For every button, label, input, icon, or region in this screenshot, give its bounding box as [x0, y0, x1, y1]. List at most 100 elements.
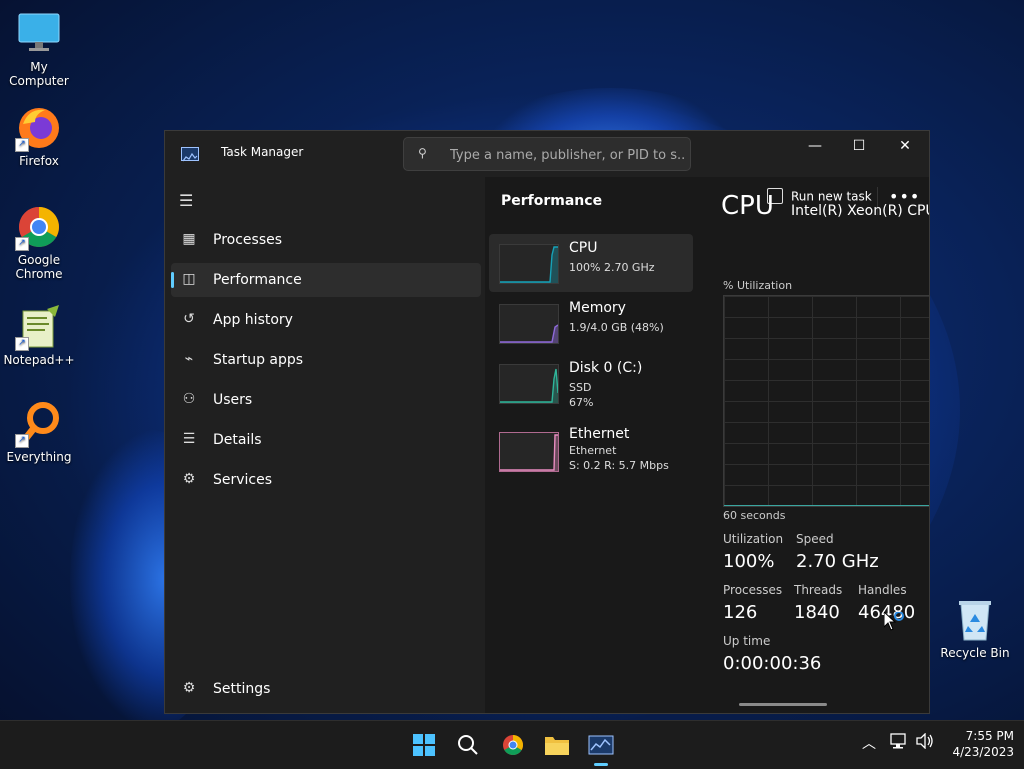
sidebar-item-performance[interactable]: ◫ Performance [171, 263, 481, 297]
graph-baseline [724, 505, 929, 506]
sidebar-item-services[interactable]: ⚙ Services [171, 463, 481, 497]
title-bar[interactable]: Task Manager ⚲ — ☐ ✕ [165, 131, 929, 177]
search-icon [458, 735, 478, 755]
sidebar-item-label: Performance [213, 272, 302, 288]
task-manager-app-icon [181, 147, 199, 162]
resource-item-memory[interactable]: Memory 1.9/4.0 GB (48%) [489, 294, 693, 352]
hamburger-menu-icon[interactable]: ☰ [179, 191, 193, 210]
taskbar-task-manager-button[interactable] [585, 729, 617, 761]
utilization-value: 100% [723, 551, 775, 572]
resource-detail: S: 0.2 R: 5.7 Mbps [569, 459, 669, 472]
shortcut-arrow-icon: ↗ [15, 337, 29, 351]
sidebar-item-label: Startup apps [213, 352, 304, 368]
task-manager-window: Task Manager ⚲ — ☐ ✕ ☰ ▦ Processes ◫ Per… [164, 130, 930, 714]
desktop-icon-label: Recycle Bin [940, 646, 1010, 660]
taskbar-chrome-button[interactable] [497, 729, 529, 761]
search-box[interactable]: ⚲ [403, 137, 691, 171]
magnifier-icon: ↗ [15, 400, 63, 448]
close-button[interactable]: ✕ [882, 131, 928, 161]
notepad-plus-plus-icon: ↗ [15, 303, 63, 351]
processes-value: 126 [723, 602, 758, 623]
sidebar-item-startup-apps[interactable]: ⌁ Startup apps [171, 343, 481, 377]
active-app-indicator [594, 763, 608, 766]
sidebar-item-label: App history [213, 312, 293, 328]
show-hidden-icons-chevron-up-icon[interactable]: ︿ [862, 733, 876, 753]
resource-name: CPU [569, 240, 598, 256]
resource-detail: 1.9/4.0 GB (48%) [569, 321, 664, 334]
sidebar-item-settings[interactable]: ⚙ Settings [171, 672, 481, 706]
disk-mini-graph [499, 364, 559, 404]
desktop-icon-label: Google Chrome [15, 253, 63, 281]
desktop-icon-my-computer[interactable]: My Computer [1, 10, 77, 88]
handles-label: Handles [858, 583, 907, 597]
resource-item-cpu[interactable]: CPU 100% 2.70 GHz [489, 234, 693, 292]
sidebar: ☰ ▦ Processes ◫ Performance ↺ App histor… [165, 177, 485, 713]
shortcut-arrow-icon: ↗ [15, 138, 29, 152]
settings-gear-icon: ⚙ [182, 680, 196, 696]
minimize-button[interactable]: — [792, 131, 838, 161]
uptime-value: 0:00:00:36 [723, 653, 822, 674]
mouse-cursor-icon [883, 610, 908, 638]
cpu-mini-graph [499, 244, 559, 284]
app-history-icon: ↺ [183, 311, 195, 327]
services-icon: ⚙ [182, 471, 196, 487]
start-button[interactable] [408, 729, 440, 761]
memory-mini-graph [499, 304, 559, 344]
desktop-icon-google-chrome[interactable]: ↗ Google Chrome [1, 203, 77, 281]
desktop-icon-recycle-bin[interactable]: Recycle Bin [937, 596, 1013, 660]
maximize-button[interactable]: ☐ [836, 131, 882, 161]
network-icon[interactable] [890, 733, 908, 753]
uptime-label: Up time [723, 634, 771, 648]
search-icon: ⚲ [418, 146, 427, 160]
page-title: Performance [501, 193, 603, 209]
startup-apps-icon: ⌁ [184, 351, 194, 367]
performance-icon: ◫ [182, 271, 196, 287]
sidebar-item-label: Settings [213, 681, 271, 697]
system-clock[interactable]: 7:55 PM 4/23/2023 [944, 728, 1014, 760]
sidebar-item-label: Users [213, 392, 253, 408]
sidebar-item-label: Services [213, 472, 273, 488]
ethernet-mini-graph [499, 432, 559, 472]
taskbar-file-explorer-button[interactable] [541, 729, 573, 761]
cpu-utilization-graph [723, 295, 929, 507]
folder-icon [545, 737, 569, 755]
processes-label: Processes [723, 583, 783, 597]
details-icon: ☰ [182, 431, 196, 447]
resource-detail: 100% 2.70 GHz [569, 261, 655, 274]
resource-item-disk[interactable]: Disk 0 (C:) SSD 67% [489, 354, 693, 412]
horizontal-scrollbar[interactable] [739, 703, 827, 706]
sidebar-item-details[interactable]: ☰ Details [171, 423, 481, 457]
threads-label: Threads [794, 583, 843, 597]
chrome-icon [503, 735, 523, 755]
chrome-icon: ↗ [15, 203, 63, 251]
desktop-icon-notepad-plus-plus[interactable]: ↗ Notepad++ [1, 303, 77, 367]
window-title: Task Manager [221, 145, 304, 159]
resource-name: Disk 0 (C:) [569, 360, 643, 376]
detail-heading: CPU [721, 191, 774, 221]
desktop-icon-everything[interactable]: ↗ Everything [1, 400, 77, 464]
monitor-icon [15, 10, 63, 58]
clock-time: 7:55 PM [965, 729, 1014, 743]
speed-label: Speed [796, 532, 834, 546]
desktop-icon-label: Everything [6, 450, 72, 464]
sidebar-item-label: Processes [213, 232, 283, 248]
search-input[interactable] [448, 144, 688, 166]
resource-item-ethernet[interactable]: Ethernet Ethernet S: 0.2 R: 5.7 Mbps [489, 422, 693, 480]
sidebar-item-processes[interactable]: ▦ Processes [171, 223, 481, 257]
taskbar-search-button[interactable] [452, 729, 484, 761]
recycle-bin-icon [951, 596, 999, 644]
speed-value: 2.70 GHz [796, 551, 879, 572]
desktop-icon-firefox[interactable]: ↗ Firefox [1, 104, 77, 168]
processes-icon: ▦ [182, 231, 196, 247]
sidebar-item-users[interactable]: ⚇ Users [171, 383, 481, 417]
shortcut-arrow-icon: ↗ [15, 434, 29, 448]
volume-icon[interactable] [916, 732, 934, 753]
clock-date: 4/23/2023 [952, 745, 1014, 759]
users-icon: ⚇ [182, 391, 196, 407]
resource-detail: 67% [569, 396, 594, 409]
cpu-model-name: Intel(R) Xeon(R) CPU [791, 203, 929, 219]
task-manager-icon [588, 735, 614, 755]
shortcut-arrow-icon: ↗ [15, 237, 29, 251]
sidebar-item-app-history[interactable]: ↺ App history [171, 303, 481, 337]
utilization-axis-label: % Utilization [723, 279, 793, 292]
